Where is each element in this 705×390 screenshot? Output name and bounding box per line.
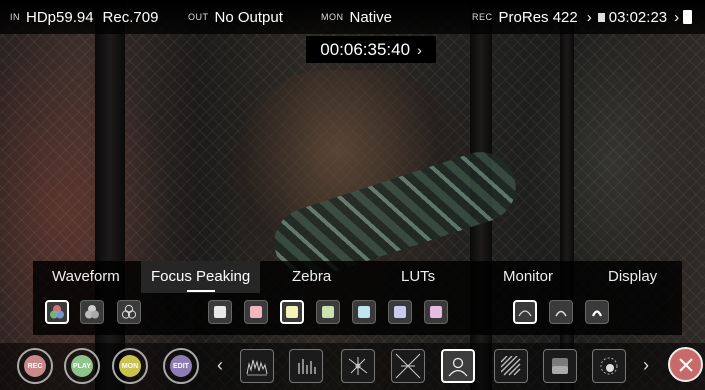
close-icon bbox=[678, 357, 693, 372]
active-tab-indicator bbox=[187, 290, 215, 292]
low-sensitivity-icon bbox=[518, 310, 532, 317]
peaking-color-white[interactable] bbox=[208, 300, 232, 324]
output-value: No Output bbox=[214, 8, 283, 26]
tab-luts[interactable]: LUTs bbox=[401, 261, 435, 293]
input-format: HDp59.94 bbox=[26, 8, 94, 26]
chevron-right-icon[interactable]: › bbox=[643, 355, 649, 376]
sensitivity-high[interactable] bbox=[585, 300, 609, 324]
mon-mode-button[interactable]: MON bbox=[112, 348, 148, 384]
focus-peaking-tool-icon bbox=[448, 357, 468, 377]
output-status[interactable]: OUT No Output bbox=[188, 0, 283, 34]
timecode-display[interactable]: 00:06:35:40 › bbox=[306, 36, 436, 63]
mon-mode-label: MON bbox=[119, 355, 141, 377]
focus-peaking-tool-button[interactable] bbox=[441, 349, 475, 383]
anamorphic-tool-button[interactable] bbox=[391, 349, 425, 383]
output-label: OUT bbox=[188, 12, 209, 22]
peaking-mode-outline[interactable] bbox=[117, 300, 141, 324]
tab-focus-peaking[interactable]: Focus Peaking bbox=[141, 261, 261, 293]
color-swatch bbox=[250, 306, 262, 318]
peaking-color-red[interactable] bbox=[244, 300, 268, 324]
crosshair-tool-icon bbox=[348, 357, 368, 375]
color-swatch bbox=[322, 306, 334, 318]
battery-icon bbox=[683, 10, 693, 24]
timecode-value: 00:06:35:40 bbox=[320, 39, 411, 59]
codec: ProRes 422 bbox=[498, 8, 578, 26]
input-status[interactable]: IN HDp59.94 Rec.709 bbox=[10, 0, 158, 34]
chevron-right-icon: › bbox=[586, 8, 592, 26]
crosshair-tool-button[interactable] bbox=[341, 349, 375, 383]
false-color-tool-button[interactable] bbox=[543, 349, 577, 383]
sensitivity-medium[interactable] bbox=[549, 300, 573, 324]
color-space: Rec.709 bbox=[102, 8, 159, 26]
color-swatch bbox=[214, 306, 226, 318]
media-icon bbox=[597, 12, 605, 22]
play-mode-button[interactable]: PLAY bbox=[64, 348, 100, 384]
anamorphic-tool-icon bbox=[395, 353, 421, 379]
vectorscope-tool-button[interactable] bbox=[289, 349, 323, 383]
peaking-color-cyan[interactable] bbox=[352, 300, 376, 324]
waveform-tool-button[interactable] bbox=[240, 349, 274, 383]
chevron-left-icon[interactable]: ‹ bbox=[217, 355, 223, 376]
close-button[interactable] bbox=[668, 347, 703, 382]
chevron-right-icon: › bbox=[674, 8, 680, 26]
peaking-color-green[interactable] bbox=[316, 300, 340, 324]
color-swatch bbox=[430, 306, 442, 318]
color-swatch bbox=[358, 306, 370, 318]
vectorscope-bars-icon bbox=[298, 359, 316, 374]
monitor-value: Native bbox=[349, 8, 393, 26]
peaking-mode-rgb[interactable] bbox=[45, 300, 69, 324]
filled-circles-icon bbox=[85, 305, 99, 319]
tool-menu-tabs: Waveform Focus Peaking Zebra LUTs Monito… bbox=[33, 261, 682, 293]
rec-mode-label: REC bbox=[24, 355, 46, 377]
lut-tool-icon bbox=[600, 357, 618, 375]
edit-mode-button[interactable]: EDIT bbox=[163, 348, 199, 384]
rec-mode-button[interactable]: REC bbox=[17, 348, 53, 384]
play-mode-label: PLAY bbox=[71, 355, 93, 377]
record-status[interactable]: REC ProRes 422 › 03:02:23 › bbox=[472, 0, 693, 34]
lut-tool-button[interactable] bbox=[592, 349, 626, 383]
input-label: IN bbox=[10, 12, 20, 22]
tab-monitor[interactable]: Monitor bbox=[503, 261, 553, 293]
rec-label: REC bbox=[472, 12, 493, 22]
remaining-time: 03:02:23 bbox=[608, 8, 668, 26]
peaking-color-blue[interactable] bbox=[388, 300, 412, 324]
medium-sensitivity-icon bbox=[555, 310, 567, 317]
tab-display[interactable]: Display bbox=[608, 261, 657, 293]
color-swatch bbox=[286, 306, 298, 318]
peaking-mode-filled[interactable] bbox=[80, 300, 104, 324]
rgb-circles-icon bbox=[50, 305, 64, 319]
status-bar: IN HDp59.94 Rec.709 OUT No Output MON Na… bbox=[0, 0, 705, 34]
waveform-tool-icon bbox=[246, 359, 268, 376]
edit-mode-label: EDIT bbox=[170, 355, 192, 377]
sensitivity-low[interactable] bbox=[513, 300, 537, 324]
tab-zebra[interactable]: Zebra bbox=[292, 261, 331, 293]
peaking-color-magenta[interactable] bbox=[424, 300, 448, 324]
outline-circles-icon bbox=[121, 304, 137, 319]
high-sensitivity-icon bbox=[591, 310, 603, 317]
false-color-tool-icon bbox=[552, 358, 568, 374]
monitor-status[interactable]: MON Native bbox=[321, 0, 392, 34]
peaking-color-yellow[interactable] bbox=[280, 300, 304, 324]
chevron-right-icon: › bbox=[417, 41, 422, 58]
monitor-label: MON bbox=[321, 12, 344, 22]
zebra-tool-icon bbox=[501, 356, 521, 376]
color-swatch bbox=[394, 306, 406, 318]
zebra-tool-button[interactable] bbox=[494, 349, 528, 383]
tab-waveform[interactable]: Waveform bbox=[52, 261, 120, 293]
